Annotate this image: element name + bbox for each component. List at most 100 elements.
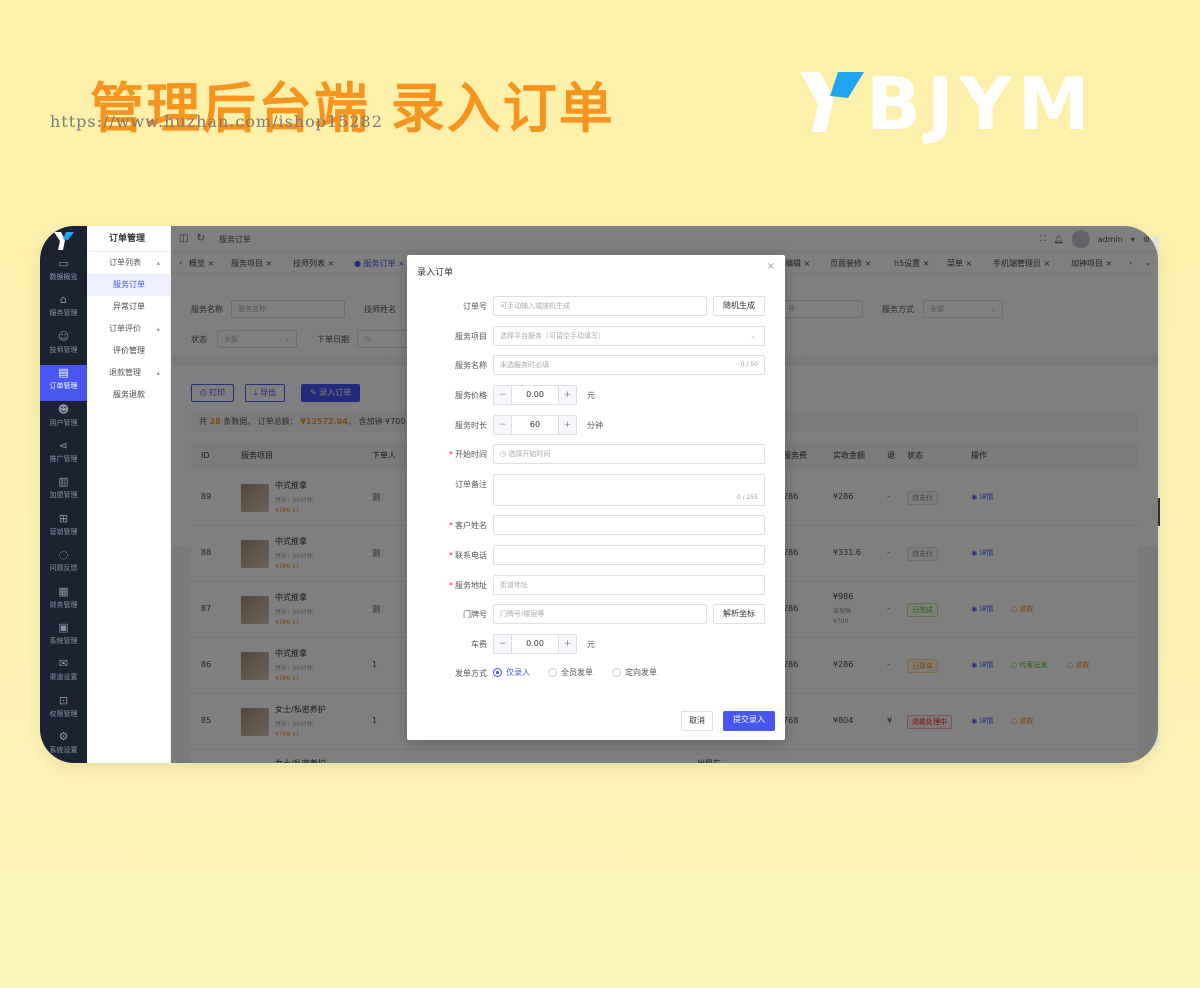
submenu-group-label: 订单列表 (109, 258, 141, 267)
start-time-label: * 开始时间 (449, 450, 487, 459)
building-icon: ▥ (58, 475, 69, 489)
chevron-up-icon: ▴ (156, 325, 160, 333)
sidebar-item-label: 服务管理 (49, 309, 78, 318)
dispatch-label: 发单方式 (455, 669, 487, 678)
gift-icon: ⊞ (58, 511, 69, 525)
service-item-label: 服务项目 (455, 332, 487, 341)
submenu-group-orders[interactable]: 订单列表 ▴ (87, 252, 170, 274)
sidebar-item-label: 权限管理 (49, 709, 78, 718)
close-icon[interactable]: × (767, 261, 775, 272)
car-fee-label: 车费 (471, 640, 487, 649)
sidebar-item[interactable]: ✉ 渠道设置 (40, 656, 87, 692)
remark-textarea[interactable]: 0 / 255 (493, 474, 765, 506)
price-label: 服务价格 (455, 391, 487, 400)
sidebar-item[interactable]: ▣ 系统管理 (40, 620, 87, 656)
door-no-input[interactable]: 门牌号/楼层等 (493, 604, 707, 624)
y-logo-icon (800, 72, 864, 132)
sidebar-item[interactable]: ⊞ 营销管理 (40, 511, 87, 547)
sidebar-item[interactable]: ▥ 加盟管理 (40, 474, 87, 510)
monitor-icon: ▭ (58, 257, 69, 270)
sidebar-item[interactable]: ⋖ 推广管理 (40, 438, 87, 474)
brand-logo: BJYM (800, 68, 1095, 140)
submenu-group-reviews[interactable]: 订单评价 ▴ (87, 318, 170, 340)
sidebar-item-label: 技师管理 (49, 345, 78, 354)
customer-name-label: * 客户姓名 (449, 521, 487, 530)
price-unit: 元 (587, 391, 595, 400)
share-icon: ⋖ (58, 439, 69, 452)
sidebar-item[interactable]: ▦ 财务管理 (40, 584, 87, 620)
submenu-group-refunds[interactable]: 退款管理 ▴ (87, 362, 170, 384)
address-input[interactable]: 街道地址 (493, 575, 765, 595)
duration-label: 服务时长 (455, 421, 487, 430)
car-fee-stepper[interactable]: −0.00 + (493, 634, 577, 654)
phone-input[interactable] (493, 545, 765, 565)
plus-icon[interactable]: + (558, 635, 576, 653)
sidebar-item[interactable]: ⊡ 权限管理 (40, 693, 87, 729)
sidebar-item-label: 推广管理 (49, 455, 78, 463)
clock-icon: ◷ (500, 450, 507, 458)
parse-coords-button[interactable]: 解析坐标 (713, 604, 765, 624)
sidebar-item-label: 订单管理 (49, 382, 78, 391)
minus-icon[interactable]: − (494, 635, 512, 653)
radio-dispatch-all[interactable]: 全员发单 (548, 667, 593, 678)
sidebar-item[interactable]: ▤ 订单管理 (40, 365, 87, 402)
customer-name-input[interactable] (493, 515, 765, 535)
service-name-input[interactable]: 未选服务时必填 0 / 50 (493, 355, 765, 375)
submenu-group-label: 退款管理 (109, 368, 141, 377)
sidebar-item[interactable]: ☺ 技师管理 (40, 329, 87, 365)
plus-icon[interactable]: + (558, 386, 576, 404)
sidebar-item-label: 财务管理 (49, 600, 78, 609)
watermark: https://www.huzhan.com/ishop15282 (50, 112, 383, 131)
price-stepper[interactable]: −0.00 + (493, 385, 577, 405)
address-label: * 服务地址 (449, 581, 487, 590)
char-count: 0 / 50 (740, 361, 758, 368)
start-time-picker[interactable]: ◷ 选择开始时间 (493, 444, 765, 464)
plus-icon[interactable]: + (558, 416, 576, 434)
sidebar-item-label: 数据概览 (49, 273, 78, 281)
bag-icon: ⌂ (60, 293, 67, 307)
sidebar-item[interactable]: ⌂ 服务管理 (40, 292, 87, 328)
chevron-up-icon: ▴ (156, 259, 160, 267)
submenu-item-service-refunds[interactable]: 服务退款 (87, 384, 170, 406)
sidebar-item[interactable]: ▭ 数据概览 (40, 256, 87, 292)
admin-screenshot: ▭ 数据概览 ⌂ 服务管理 ☺ 技师管理 ▤ 订单管理 ☻ 用户管理 ⋖ 推广管理 ▥ 加盟管理 ⊞ 营销管理… (40, 226, 1158, 763)
minus-icon[interactable]: − (494, 386, 512, 404)
submit-button[interactable]: 提交录入 (723, 711, 775, 731)
dialog-title: 录入订单 (417, 268, 454, 278)
service-name-label: 服务名称 (455, 361, 487, 370)
submenu-item-review-manage[interactable]: 评价管理 (87, 340, 170, 362)
order-icon: ▤ (58, 366, 69, 380)
random-generate-button[interactable]: 随机生成 (713, 296, 765, 316)
sidebar-item[interactable]: ☻ 用户管理 (40, 402, 87, 438)
add-order-dialog: 录入订单 × 订单号 可手动输入或随机生成 随机生成 服务项目 选择平台服务（可… (407, 255, 785, 740)
chevron-up-icon: ▴ (156, 369, 160, 377)
minus-icon[interactable]: − (494, 416, 512, 434)
submenu-item-abnormal-orders[interactable]: 异常订单 (87, 296, 170, 318)
radio-record-only[interactable]: 仅录入 (493, 667, 530, 678)
sidebar-item-label: 营销管理 (49, 527, 78, 536)
order-no-label: 订单号 (463, 302, 487, 311)
finance-icon: ▦ (58, 584, 69, 598)
lock-icon: ⊡ (58, 693, 69, 707)
sidebar-item[interactable]: ⚙ 系统设置 (40, 729, 87, 763)
duration-stepper[interactable]: −60 + (493, 415, 577, 435)
duration-unit: 分钟 (587, 421, 603, 430)
service-item-select[interactable]: 选择平台服务（可留空手动填写） ⌄ (493, 326, 765, 346)
sidebar-item-label: 系统管理 (49, 637, 78, 645)
box-icon: ▣ (58, 621, 69, 634)
mail-icon: ✉ (58, 657, 69, 671)
app-logo-icon (54, 232, 74, 250)
sidebar-item-label: 问题反馈 (49, 564, 78, 573)
phone-label: * 联系电话 (449, 551, 487, 560)
sidebar: ▭ 数据概览 ⌂ 服务管理 ☺ 技师管理 ▤ 订单管理 ☻ 用户管理 ⋖ 推广管理 ▥ 加盟管理 ⊞ 营销管理… (40, 226, 87, 763)
sidebar-item[interactable]: ◌ 问题反馈 (40, 547, 87, 583)
order-no-input[interactable]: 可手动输入或随机生成 (493, 296, 707, 316)
chevron-down-icon: ⌄ (750, 332, 756, 340)
radio-dispatch-targeted[interactable]: 定向发单 (612, 667, 657, 678)
door-no-label: 门牌号 (463, 610, 487, 619)
char-count: 0 / 255 (736, 494, 758, 501)
submenu-item-service-orders[interactable]: 服务订单 (87, 274, 170, 296)
user-icon: ☺ (57, 329, 70, 343)
sidebar-item-label: 渠道设置 (49, 673, 78, 682)
cancel-button[interactable]: 取消 (681, 711, 713, 731)
